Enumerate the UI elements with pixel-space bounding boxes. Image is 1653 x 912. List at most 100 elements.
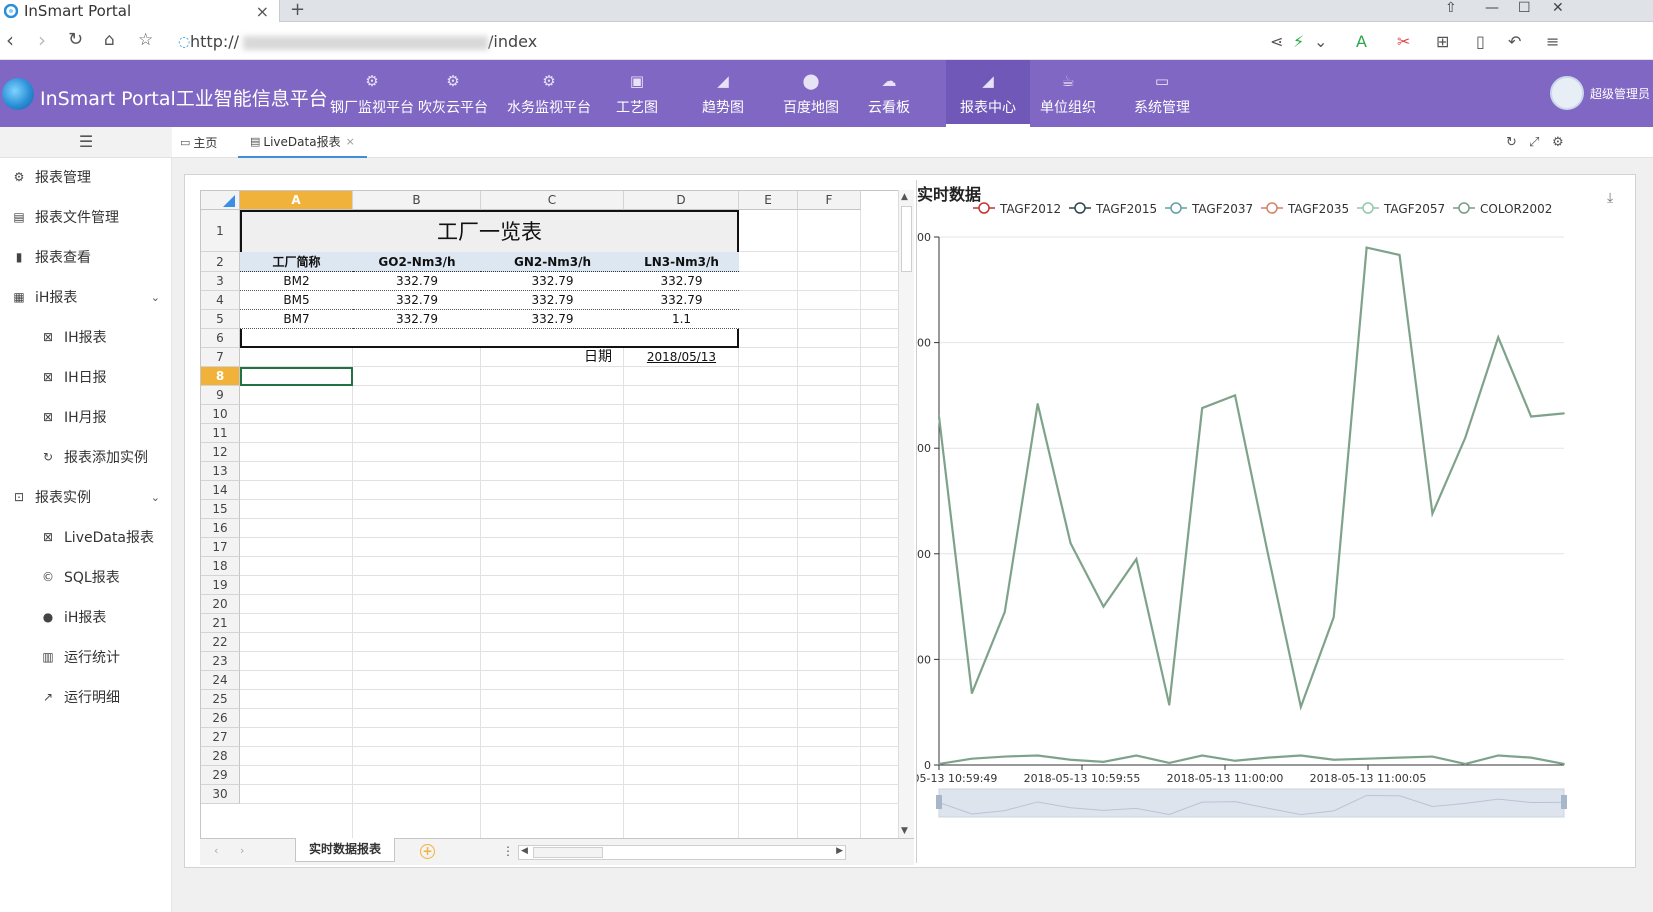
- data-point[interactable]: [1267, 756, 1269, 759]
- column-header[interactable]: F: [798, 191, 861, 210]
- minimize-icon[interactable]: —: [1485, 0, 1499, 16]
- prev-sheet-icon[interactable]: ‹: [214, 844, 218, 857]
- fullscreen-icon[interactable]: ⤢: [1529, 135, 1539, 150]
- data-point[interactable]: [1102, 760, 1105, 763]
- home-icon[interactable]: ⌂: [104, 30, 115, 50]
- table-cell[interactable]: 332.79: [353, 272, 481, 291]
- menu-icon[interactable]: ≡: [1546, 32, 1559, 51]
- nav-item-3[interactable]: ▣ 工艺图: [612, 60, 662, 127]
- vertical-scrollbar[interactable]: ▲ ▼: [898, 190, 914, 838]
- nav-item-4[interactable]: ◢ 趋势图: [693, 60, 753, 127]
- sidebar-toggle-icon[interactable]: ☰: [0, 127, 172, 158]
- sidebar-item-3[interactable]: ▦ iH报表 ⌄: [0, 278, 172, 316]
- row-header[interactable]: 6: [201, 329, 240, 348]
- row-header[interactable]: 24: [201, 671, 240, 690]
- browser-tab[interactable]: InSmart Portal ×: [0, 0, 280, 22]
- data-point[interactable]: [1332, 758, 1335, 761]
- table-cell[interactable]: 332.79: [481, 291, 624, 310]
- star-icon[interactable]: ☆: [138, 30, 153, 50]
- sidebar-item-5[interactable]: ⊠ IH日报: [0, 358, 172, 396]
- legend-marker[interactable]: [978, 202, 990, 214]
- table-cell[interactable]: 332.79: [624, 272, 739, 291]
- data-point[interactable]: [1168, 761, 1171, 764]
- row-header[interactable]: 10: [201, 405, 240, 424]
- data-point[interactable]: [1398, 756, 1401, 759]
- row-header[interactable]: 7: [201, 348, 240, 367]
- data-point[interactable]: [1267, 552, 1269, 555]
- legend-label[interactable]: TAGF2015: [1095, 202, 1157, 216]
- data-point[interactable]: [1530, 415, 1533, 418]
- tab-livedata-report[interactable]: ▤ LiveData报表 ×: [238, 127, 367, 158]
- close-icon[interactable]: ×: [346, 135, 355, 148]
- spreadsheet[interactable]: A B C D E F 1 2 3 4 5 6 7 8 9 10 11 12 13 14 15 16 17 18 19 20 21 2…: [200, 190, 914, 855]
- nav-item-2[interactable]: ⚙ 水务监视平台: [505, 60, 593, 127]
- legend-label[interactable]: TAGF2012: [999, 202, 1061, 216]
- add-sheet-button[interactable]: +: [420, 844, 435, 859]
- row-header[interactable]: 17: [201, 538, 240, 557]
- row-header[interactable]: 14: [201, 481, 240, 500]
- sidebar-item-4[interactable]: ⊠ IH报表: [0, 318, 172, 356]
- legend-marker[interactable]: [1266, 202, 1278, 214]
- data-point[interactable]: [938, 415, 940, 418]
- data-point[interactable]: [1563, 412, 1565, 415]
- legend-marker[interactable]: [1170, 202, 1182, 214]
- reload-icon[interactable]: ↻: [68, 30, 83, 50]
- scroll-left-icon[interactable]: ◀: [521, 846, 528, 856]
- row-header[interactable]: 23: [201, 652, 240, 671]
- undo-icon[interactable]: ↶: [1508, 32, 1521, 51]
- select-all-corner[interactable]: [201, 191, 240, 210]
- legend-label[interactable]: TAGF2037: [1191, 202, 1253, 216]
- refresh-icon[interactable]: ↻: [1506, 135, 1517, 150]
- close-tab-icon[interactable]: ×: [256, 2, 269, 21]
- row-header[interactable]: 18: [201, 557, 240, 576]
- screenshot-icon[interactable]: ✂: [1397, 32, 1410, 51]
- row-header[interactable]: 2: [201, 252, 240, 272]
- legend-label[interactable]: COLOR2002: [1480, 202, 1552, 216]
- translate-icon[interactable]: A: [1356, 32, 1367, 51]
- data-point[interactable]: [1102, 605, 1105, 608]
- sidebar-item-13[interactable]: ↗ 运行明细: [0, 678, 172, 716]
- data-point[interactable]: [1398, 254, 1401, 256]
- table-cell[interactable]: 332.79: [624, 291, 739, 310]
- nav-item-9[interactable]: ▭ 系统管理: [1120, 60, 1204, 127]
- legend-marker[interactable]: [1458, 202, 1470, 214]
- row-header[interactable]: 26: [201, 709, 240, 728]
- data-point[interactable]: [1069, 542, 1072, 545]
- series-line-1[interactable]: [938, 754, 1565, 766]
- avatar[interactable]: [1550, 76, 1584, 110]
- sidebar-item-9[interactable]: ⊠ LiveData报表: [0, 518, 172, 556]
- scroll-up-icon[interactable]: ▲: [901, 192, 908, 202]
- zoom-handle-left[interactable]: [936, 795, 942, 809]
- sidebar-item-11[interactable]: ● iH报表: [0, 598, 172, 636]
- nav-item-1[interactable]: ⚙ 吹灰云平台: [417, 60, 489, 127]
- row-header[interactable]: 3: [201, 272, 240, 291]
- data-point[interactable]: [938, 763, 940, 765]
- chevron-down-icon[interactable]: ⌄: [1314, 32, 1327, 51]
- close-window-icon[interactable]: ✕: [1552, 0, 1564, 16]
- data-point[interactable]: [1563, 763, 1565, 765]
- data-point[interactable]: [1003, 755, 1006, 758]
- table-cell[interactable]: BM7: [240, 310, 353, 329]
- data-point[interactable]: [1431, 755, 1434, 758]
- legend-marker[interactable]: [1362, 202, 1374, 214]
- table-cell[interactable]: 1.1: [624, 310, 739, 329]
- more-options-icon[interactable]: ⋮: [502, 844, 514, 858]
- chevron-down-icon[interactable]: ⌄: [151, 291, 160, 304]
- scroll-down-icon[interactable]: ▼: [901, 826, 908, 836]
- chevron-down-icon[interactable]: ⌄: [151, 491, 160, 504]
- data-point[interactable]: [1003, 610, 1006, 613]
- pin-icon[interactable]: ⇧: [1445, 0, 1457, 16]
- data-point[interactable]: [1201, 407, 1204, 409]
- data-point[interactable]: [1036, 754, 1039, 757]
- table-cell[interactable]: BM5: [240, 291, 353, 310]
- row-header[interactable]: 12: [201, 443, 240, 462]
- column-header[interactable]: D: [624, 191, 739, 210]
- row-header[interactable]: 30: [201, 785, 240, 804]
- data-point[interactable]: [1036, 402, 1039, 405]
- row-header[interactable]: 28: [201, 747, 240, 766]
- table-cell[interactable]: 332.79: [353, 291, 481, 310]
- horizontal-scrollbar[interactable]: ◀ ▶: [518, 845, 846, 860]
- hscroll-thumb[interactable]: [533, 847, 603, 858]
- row-header[interactable]: 8: [201, 367, 240, 386]
- sidebar-item-7[interactable]: ↻ 报表添加实例: [0, 438, 172, 476]
